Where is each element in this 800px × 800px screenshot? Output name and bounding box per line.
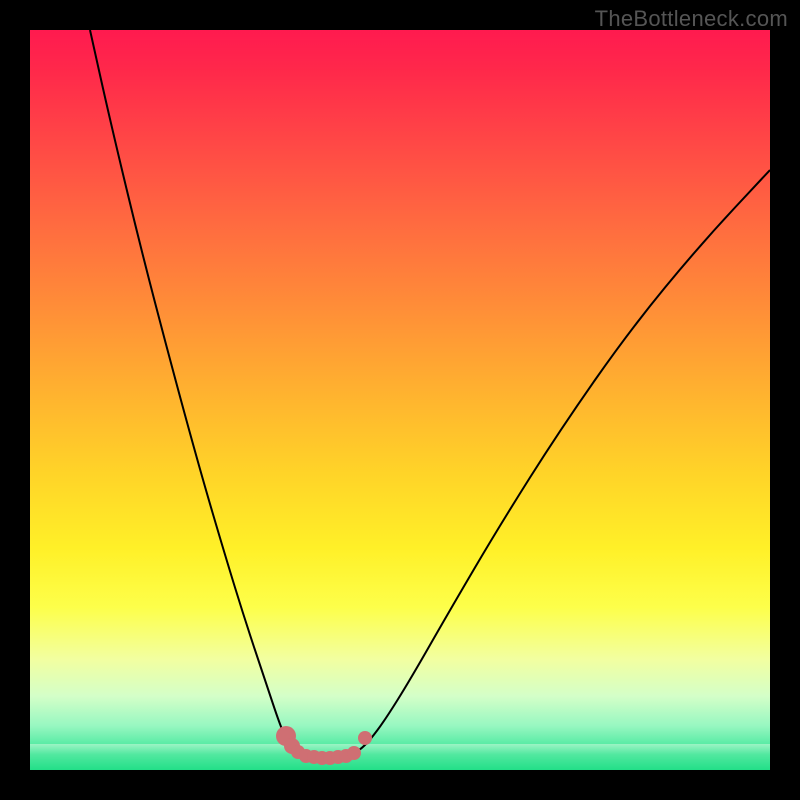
valley-marker-point (358, 731, 372, 745)
chart-svg (30, 30, 770, 770)
plot-area (30, 30, 770, 770)
valley-marker-point (347, 746, 361, 760)
curve-left-branch (90, 30, 304, 752)
valley-markers (276, 726, 372, 765)
curve-right-branch (356, 170, 770, 752)
frame: TheBottleneck.com (0, 0, 800, 800)
watermark-text: TheBottleneck.com (595, 6, 788, 32)
